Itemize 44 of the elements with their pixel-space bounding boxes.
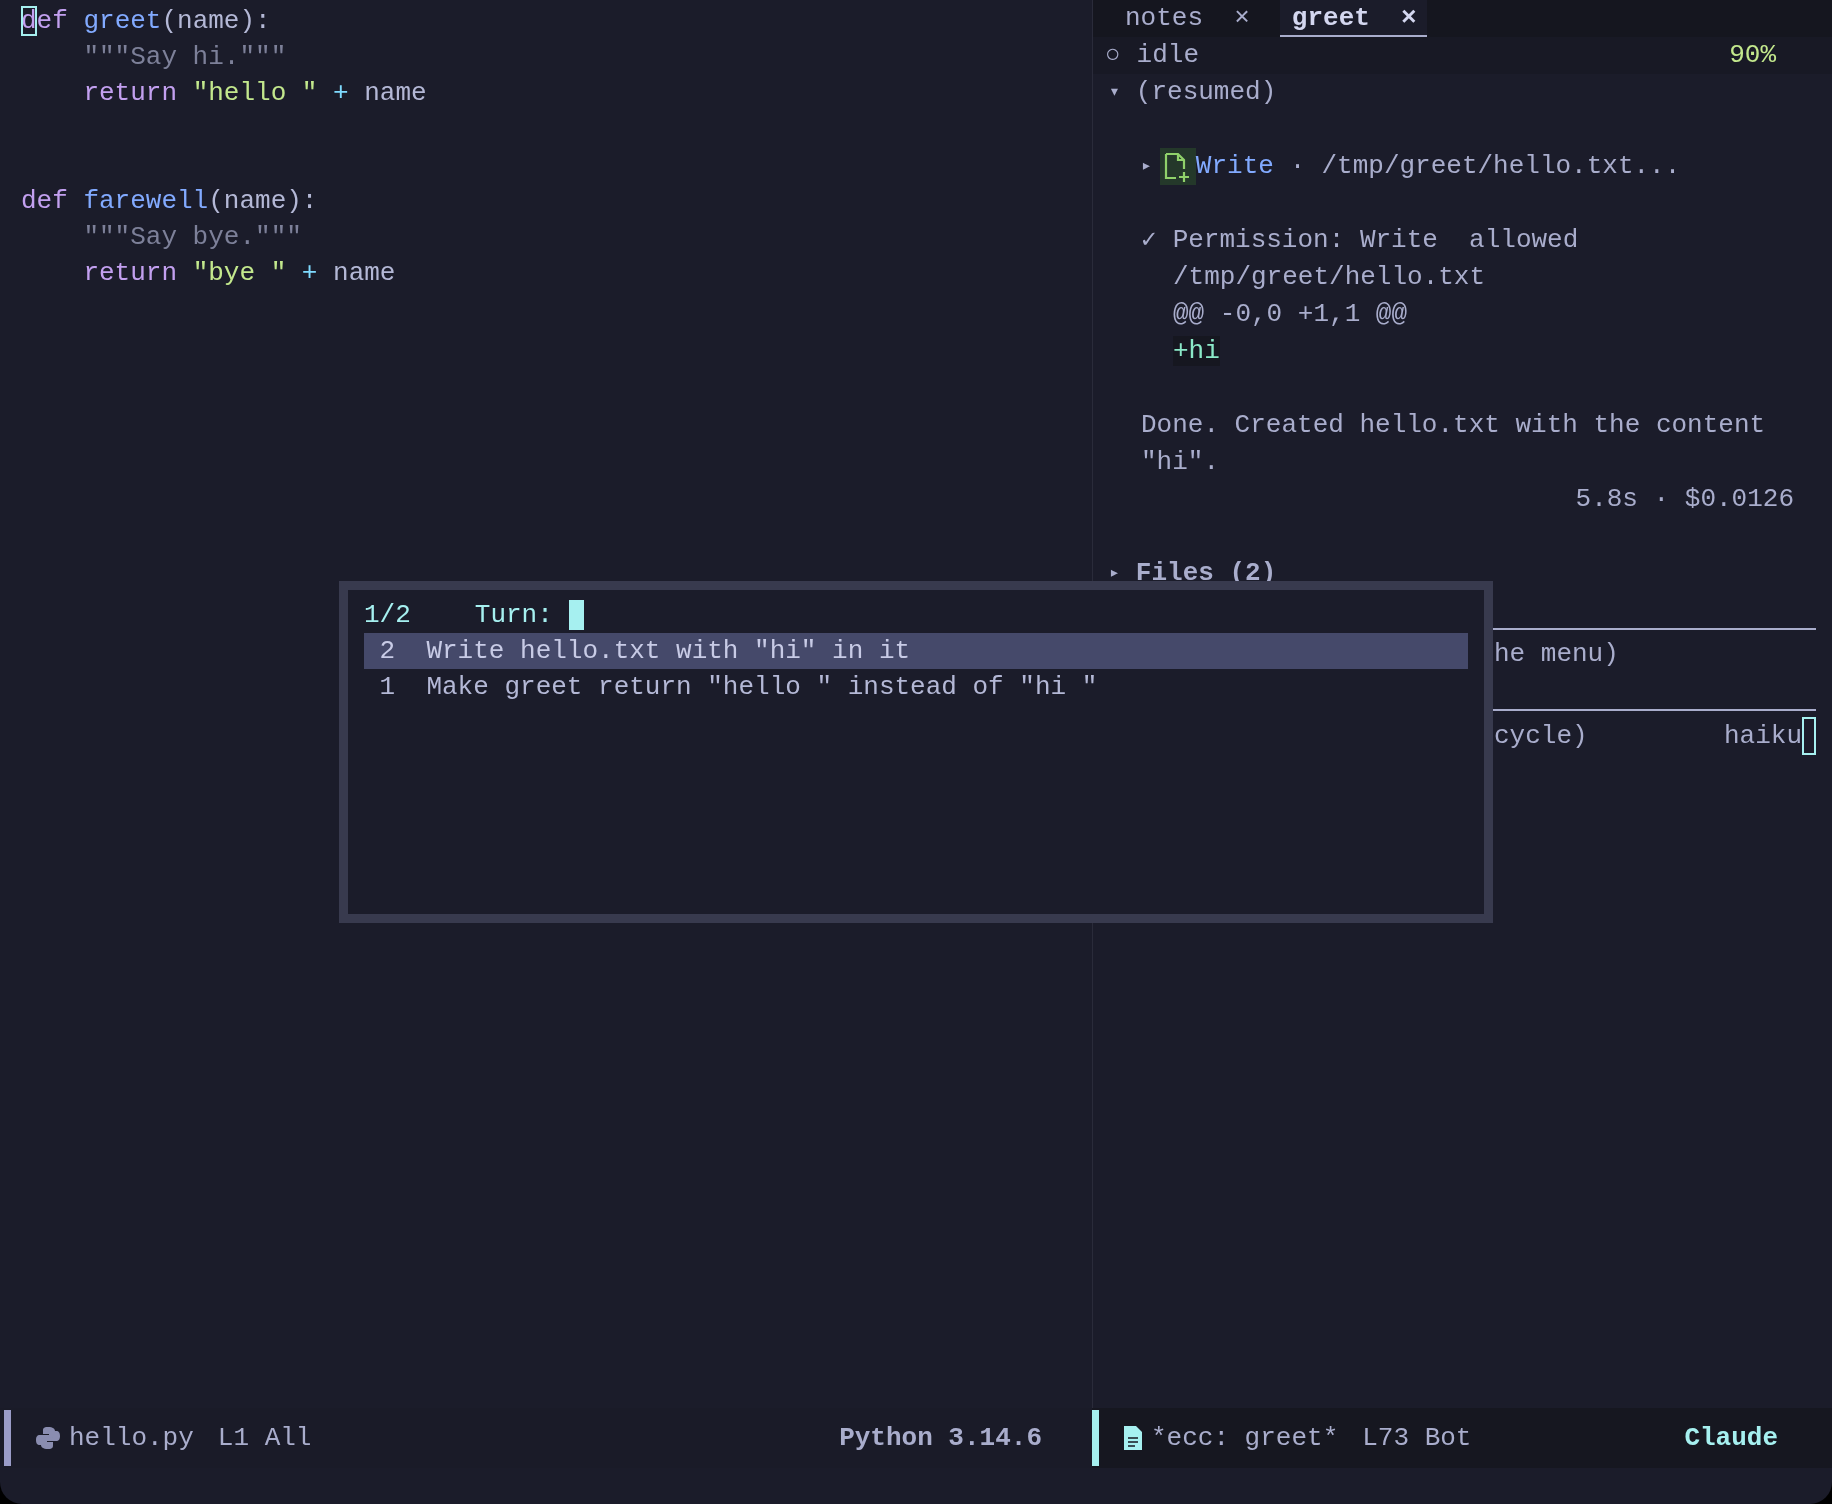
buffer-name: *ecc: greet* (1151, 1421, 1339, 1455)
active-window-marker (4, 1410, 11, 1466)
check-icon: ✓ (1141, 222, 1157, 259)
code-line: return "hello " + name (82, 77, 428, 110)
active-window-marker (1092, 1410, 1099, 1466)
hint-text: cycle) (1494, 719, 1588, 753)
hint-text: he menu) (1494, 639, 1619, 669)
collapse-icon[interactable]: ▾ (1109, 74, 1120, 111)
chat-tab[interactable]: greet × (1279, 0, 1427, 37)
cursor-position: L73 Bot (1362, 1421, 1472, 1455)
expand-icon[interactable]: ▸ (1141, 148, 1152, 185)
model-name: haiku (1724, 719, 1802, 753)
status-indicator: ○ (1105, 39, 1121, 72)
file-plus-icon (1159, 148, 1196, 185)
code-line: """Say hi.""" (82, 41, 288, 74)
chat-tab[interactable]: notes × (1113, 0, 1260, 37)
major-mode: Claude (1684, 1421, 1778, 1455)
status-text: idle (1136, 39, 1200, 72)
turn-item[interactable]: 1 Make greet return "hello " instead of "hi " (364, 669, 1468, 705)
file-name: hello.py (69, 1421, 194, 1455)
code-line: """Say bye.""" (82, 221, 303, 254)
turn-item[interactable]: 2 Write hello.txt with "hi" in it (364, 633, 1468, 669)
code-line: return "bye " + name (82, 257, 397, 290)
code-line: def greet(name): (21, 5, 272, 38)
turn-stats: 5.8s · $0.0126 (1575, 484, 1794, 514)
context-percent: 90% (1729, 39, 1776, 72)
assistant-message: Done. Created hello.txt with the content "hi". (1141, 410, 1766, 477)
major-mode: Python 3.14.6 (839, 1421, 1042, 1455)
permission-detail: @@ -0,0 +1,1 @@ (1173, 299, 1408, 329)
text-cursor (1802, 717, 1816, 755)
page-counter: 1/2 (364, 599, 411, 632)
permission-detail: /tmp/greet/hello.txt (1173, 262, 1486, 292)
tool-path: /tmp/greet/hello.txt... (1321, 150, 1681, 183)
document-icon (1123, 1425, 1143, 1451)
language-icon (35, 1425, 61, 1451)
permission-text: Permission: Write allowed (1172, 224, 1579, 257)
tool-name: Write (1195, 150, 1274, 183)
cursor-position: L1 All (217, 1421, 312, 1455)
section-heading: (resumed) (1135, 76, 1277, 109)
code-line: def farewell(name): (21, 185, 319, 218)
text-cursor: d (21, 6, 37, 36)
separator-dot: · (1289, 150, 1306, 183)
input-cursor[interactable] (568, 600, 584, 630)
prompt-label: Turn: (474, 599, 553, 632)
